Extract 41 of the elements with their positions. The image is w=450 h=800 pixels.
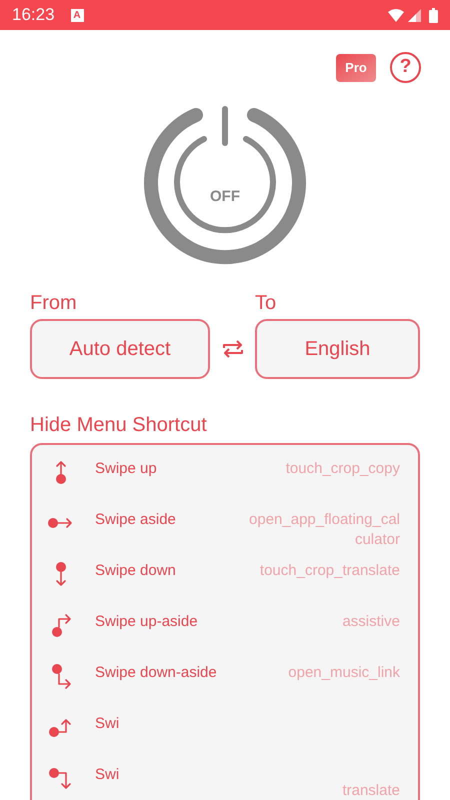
shortcut-row[interactable]: Swi translate xyxy=(46,765,400,800)
shortcut-row[interactable]: Swipe up-aside assistive xyxy=(46,612,400,663)
notification-icon: A xyxy=(70,8,84,22)
gesture-icon xyxy=(52,664,71,689)
from-language-button[interactable]: Auto detect xyxy=(30,319,210,379)
shortcut-row[interactable]: Swi xyxy=(46,714,400,765)
gesture-icon xyxy=(49,768,71,789)
action-text: assistive xyxy=(341,612,400,632)
from-label: From xyxy=(30,291,78,315)
gesture-label: Swipe aside xyxy=(95,510,176,530)
gesture-icon xyxy=(49,719,71,737)
gesture-label: Swipe up-aside xyxy=(95,612,198,632)
wifi-icon xyxy=(388,8,404,22)
gesture-label: Swipe down-aside xyxy=(95,663,217,683)
swap-icon[interactable] xyxy=(222,340,244,358)
gesture-icon xyxy=(52,614,71,637)
to-language-button[interactable]: English xyxy=(255,319,420,379)
power-button[interactable]: OFF xyxy=(134,87,316,269)
shortcut-row[interactable]: Swipe down touch_crop_translate xyxy=(46,561,400,612)
status-time: 16:23 xyxy=(12,4,55,26)
to-label: To xyxy=(255,291,278,315)
gesture-icon xyxy=(56,562,66,586)
pro-button[interactable]: Pro xyxy=(336,54,376,82)
gesture-label: Swipe down xyxy=(95,561,176,581)
battery-icon xyxy=(429,8,438,22)
action-text: touch_crop_copy xyxy=(284,459,400,479)
action-text: open_app_floating_calculator xyxy=(248,510,400,550)
gesture-label: Swipe up xyxy=(95,459,157,479)
action-text: open_music_link xyxy=(287,663,400,683)
gesture-icon xyxy=(56,461,66,484)
shortcut-row[interactable]: Swipe aside open_app_floating_calculator xyxy=(46,510,400,561)
section-title: Hide Menu Shortcut xyxy=(30,413,208,437)
action-text: translate xyxy=(341,781,400,800)
shortcut-row[interactable]: Swipe up touch_crop_copy xyxy=(46,459,400,510)
action-text: touch_crop_translate xyxy=(258,561,400,581)
gesture-label: Swi xyxy=(95,765,120,785)
gesture-icon xyxy=(48,518,72,528)
gesture-label: Swi xyxy=(95,714,120,734)
shortcut-row[interactable]: Swipe down-aside open_music_link xyxy=(46,663,400,714)
help-button[interactable]: ? xyxy=(390,52,421,83)
signal-icon xyxy=(408,8,421,22)
